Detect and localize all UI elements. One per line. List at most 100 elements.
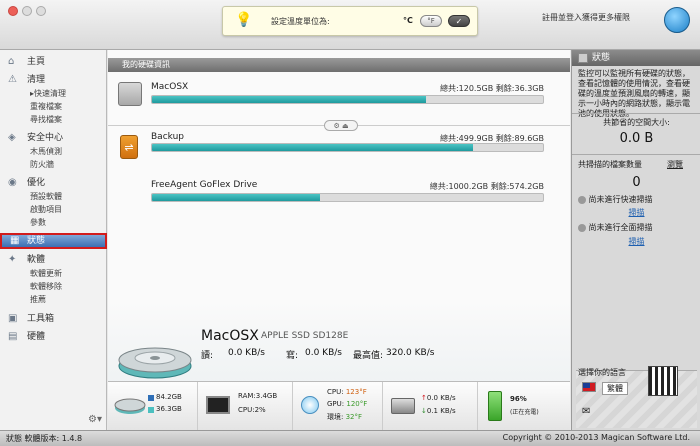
saved-space-value: 0.0 B [619, 131, 654, 146]
drive-usage-fill [152, 194, 321, 201]
env-temp-row: 環境: 32°F [327, 413, 363, 421]
hard-drive-icon [118, 82, 142, 106]
gear-icon[interactable]: ⚙▾ [88, 414, 102, 425]
celsius-label[interactable]: °C [403, 16, 413, 25]
summary-bar: 84.2GB 36.3GB RAM:3.4GB CPU:2% CPU: 123°… [108, 381, 570, 431]
peak-value: 320.0 KB/s [386, 348, 435, 358]
sidebar-item-label: 安全中心 [27, 133, 64, 143]
home-icon: ⌂ [8, 56, 15, 67]
battery-icon [488, 391, 502, 421]
disk-free: 36.3GB [156, 405, 182, 413]
cpu-temp-row: CPU: 123°F [327, 388, 367, 396]
language-label: 選擇你的語言 [578, 368, 626, 377]
write-value: 0.0 KB/s [305, 348, 342, 358]
large-disk-icon [118, 347, 192, 379]
sidebar-item-hardware[interactable]: ▤ 硬體 [0, 329, 107, 345]
sidebar-item-label: 硬體 [27, 332, 46, 342]
language-select[interactable]: 繁體 [602, 382, 628, 395]
sidebar-item-software[interactable]: ✦ 軟體 [0, 252, 107, 268]
sidebar-item-label: 清理 [27, 75, 46, 85]
info-panel: 狀態 監控可以監視所有硬碟的狀態，查看記憶體的使用情況，查看硬碟的溫度並預測風扇… [571, 50, 700, 430]
usb-drive-icon: ⇌ [120, 135, 138, 159]
avatar[interactable] [664, 7, 690, 33]
temperature-summary[interactable]: CPU: 123°F GPU: 120°F 環境: 32°F [293, 382, 383, 431]
sidebar-subitem-trojan[interactable]: 木馬偵測 [30, 146, 62, 158]
network-summary[interactable]: ↑0.0 KB/s ↓0.1 KB/s [383, 382, 478, 431]
chart-icon [578, 53, 588, 63]
drive-usage-fill [152, 96, 426, 103]
sidebar-item-status[interactable]: ▦ 狀態 [0, 233, 107, 249]
zoom-button[interactable] [36, 6, 46, 16]
drive-usage-bar [151, 143, 544, 152]
sidebar-item-toolbox[interactable]: ▣ 工具箱 [0, 311, 107, 327]
sidebar: ⌂ 主頁 ⚠ 清理 ▸快速清理 重複檔案 尋找檔案 ◈ 安全中心 木馬偵測 防火… [0, 50, 107, 430]
sidebar-subitem-recommend[interactable]: 推薦 [30, 294, 46, 306]
battery-percent: 96% [510, 395, 527, 403]
sidebar-subitem-uninstall[interactable]: 軟體移除 [30, 281, 62, 293]
login-link[interactable]: 註冊並登入獲得更多權限 [542, 12, 630, 23]
eject-control[interactable]: ⚙ ⏏ [324, 120, 358, 131]
clock-icon [578, 223, 586, 232]
sidebar-subitem-duplicates[interactable]: 重複檔案 [30, 101, 62, 113]
sidebar-item-home[interactable]: ⌂ 主頁 [0, 54, 107, 70]
sidebar-subitem-params[interactable]: 參數 [30, 217, 46, 229]
close-button[interactable] [8, 6, 18, 16]
status-description: 監控可以監視所有硬碟的狀態，查看記憶體的使用情況，查看硬碟的溫度並預測風扇的轉速… [578, 69, 690, 118]
confirm-button[interactable]: ✓ [448, 15, 470, 27]
drive-name: FreeAgent GoFlex Drive [151, 180, 258, 190]
rocket-icon: ◉ [8, 177, 17, 188]
sidebar-subitem-quick-clean[interactable]: ▸快速清理 [30, 88, 66, 100]
minimize-button[interactable] [22, 6, 32, 16]
sidebar-item-optimize[interactable]: ◉ 優化 [0, 175, 107, 191]
sidebar-subitem-find-files[interactable]: 尋找檔案 [30, 114, 62, 126]
cpu-usage: CPU:2% [238, 406, 266, 414]
drive-usage-fill [152, 144, 473, 151]
disk-used: 84.2GB [156, 393, 182, 401]
mail-icon[interactable]: ✉ [582, 406, 590, 417]
drive-capacity: 總共:120.5GB 剩餘:36.3GB [439, 84, 544, 93]
info-panel-title: 狀態 [572, 50, 700, 66]
sidebar-item-label: 優化 [27, 178, 46, 188]
detail-drive-name: MacOSX [201, 328, 259, 344]
taiwan-flag-icon [582, 382, 596, 392]
full-scan-link[interactable]: 掃描 [572, 236, 700, 247]
broom-icon: ⚠ [8, 74, 17, 85]
main-panel: 我的硬碟資訊 MacOSX 總共:120.5GB 剩餘:36.3GB ⚙ ⏏ ⇌… [108, 50, 570, 430]
detail-drive-model: APPLE SSD SD128E [261, 331, 349, 341]
sidebar-subitem-default-apps[interactable]: 預設軟體 [30, 191, 62, 203]
temperature-unit-prompt: 💡 設定溫度單位為: °C °F ✓ [222, 6, 478, 36]
network-device-icon [391, 398, 415, 414]
apps-icon: ✦ [8, 254, 17, 265]
temperature-unit-label: 設定溫度單位為: [271, 17, 330, 26]
sidebar-item-clean[interactable]: ⚠ 清理 [0, 72, 107, 88]
peak-label: 最高值: [353, 351, 384, 361]
sidebar-item-security[interactable]: ◈ 安全中心 [0, 130, 107, 146]
sidebar-subitem-startup[interactable]: 啟動項目 [30, 204, 62, 216]
qr-code-icon [648, 366, 678, 396]
battery-summary[interactable]: 96% (正在充電) [478, 382, 570, 431]
sidebar-item-label: 軟體 [27, 255, 46, 265]
scanned-files-value: 0 [632, 175, 641, 190]
memory-summary[interactable]: RAM:3.4GB CPU:2% [198, 382, 293, 431]
section-title: 我的硬碟資訊 [108, 58, 570, 72]
ram-usage: RAM:3.4GB [238, 392, 278, 400]
disk-summary[interactable]: 84.2GB 36.3GB [108, 382, 198, 431]
quick-scan-status: 尚未進行快速掃描 [578, 194, 653, 205]
sidebar-item-label: 工具箱 [27, 314, 55, 324]
clock-icon [578, 195, 586, 204]
upload-speed: ↑0.0 KB/s [421, 394, 456, 402]
battery-state: (正在充電) [510, 409, 539, 416]
drive-capacity: 總共:1000.2GB 剩餘:574.2GB [429, 182, 544, 191]
monitor-icon [206, 396, 230, 414]
full-scan-status: 尚未進行全面掃描 [578, 222, 653, 233]
read-value: 0.0 KB/s [228, 348, 265, 358]
drive-name: MacOSX [151, 82, 189, 92]
sidebar-subitem-software-update[interactable]: 軟體更新 [30, 268, 62, 280]
quick-scan-link[interactable]: 掃描 [572, 207, 700, 218]
title-bar: 💡 設定溫度單位為: °C °F ✓ 註冊並登入獲得更多權限 [0, 0, 700, 50]
drive-usage-bar [151, 95, 544, 104]
drive-name: Backup [151, 132, 184, 142]
fahrenheit-toggle[interactable]: °F [420, 15, 442, 27]
browse-link[interactable]: 瀏覽 [667, 159, 683, 170]
sidebar-subitem-firewall[interactable]: 防火牆 [30, 159, 54, 171]
